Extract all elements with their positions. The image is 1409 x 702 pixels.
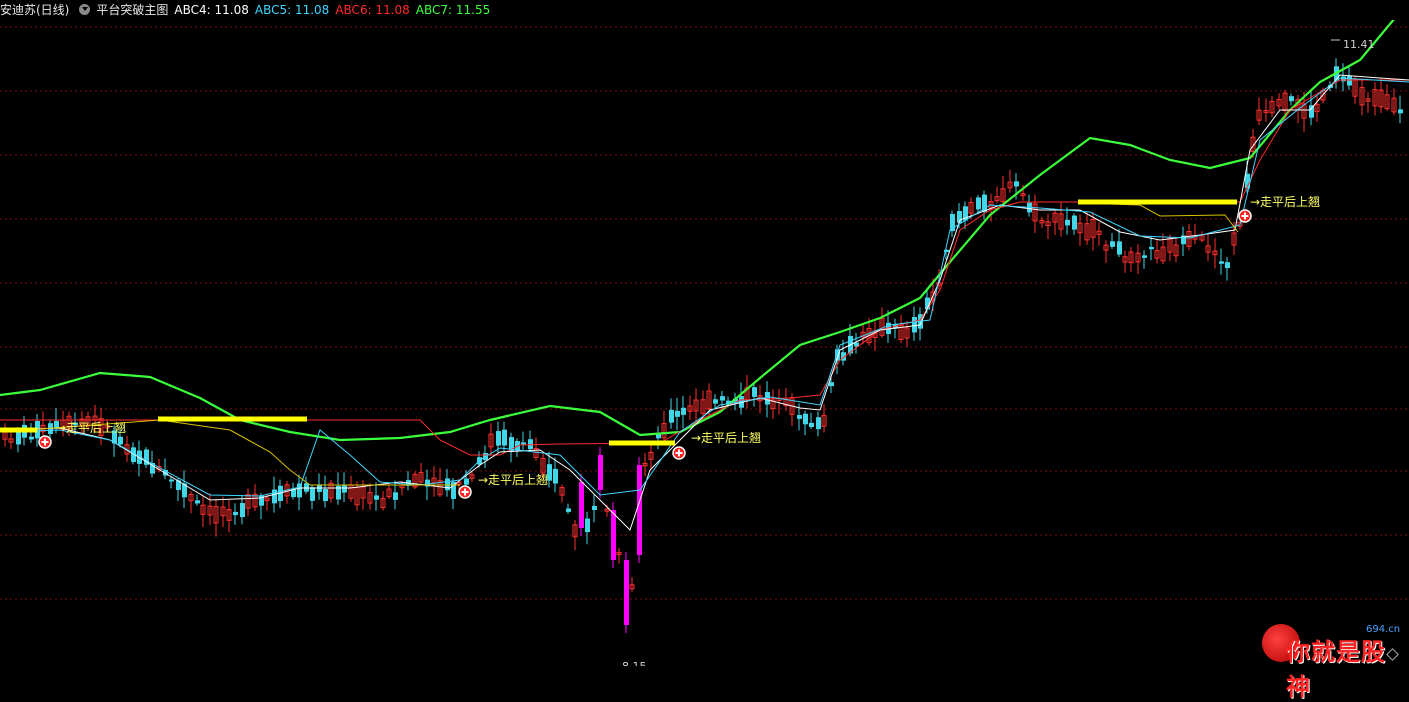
platform-trace [1079, 202, 1239, 233]
candle-down [1398, 109, 1403, 114]
candle-down [681, 407, 686, 415]
candle-down [304, 483, 309, 492]
candle-down [566, 508, 571, 512]
candle-down [592, 505, 597, 510]
high-label: 11.41 [1343, 38, 1375, 51]
candle-special [624, 560, 629, 625]
candle-down [1347, 75, 1352, 86]
candle-down [297, 483, 302, 498]
candle-down [553, 468, 558, 484]
candlestick-chart: →走平后上翘 →走平后上翘 →走平后上翘 →走平后上翘 11.41 8.15 [0, 17, 1409, 666]
candle-down [1072, 215, 1077, 230]
candle-down [976, 197, 981, 210]
abc4-value: ABC4: 11.08 [174, 3, 249, 17]
candle-down [240, 503, 245, 518]
candle-down [1309, 105, 1314, 118]
candle-down [521, 442, 526, 445]
breakout-label: →走平后上翘 [1250, 195, 1320, 209]
candle-special [611, 510, 616, 560]
abc7-value: ABC7: 11.55 [415, 3, 491, 17]
candle-down [752, 387, 757, 397]
candle-down [1341, 76, 1346, 82]
candle-special [637, 465, 642, 555]
candle-down [496, 431, 501, 446]
candle-down [713, 399, 718, 404]
candle-down [445, 478, 450, 491]
candle-down [374, 495, 379, 500]
dropdown-circle-icon[interactable] [79, 4, 91, 15]
candle-down [1117, 241, 1122, 255]
candle-down [502, 429, 507, 446]
watermark-url: 694.cn [1366, 624, 1401, 635]
candle-down [1014, 181, 1019, 187]
breakout-label: →走平后上翘 [56, 421, 126, 435]
stock-title: 安迪苏(日线) [0, 3, 70, 17]
candle-down [464, 478, 469, 485]
candle-down [118, 436, 123, 445]
candle-down [1065, 219, 1070, 226]
candle-down [797, 414, 802, 419]
breakout-label: →走平后上翘 [691, 431, 761, 445]
candle-down [1219, 261, 1224, 264]
candle-special [598, 455, 603, 490]
watermark: 你就是股神 694.cn [1258, 618, 1408, 701]
candle-down [323, 488, 328, 502]
candle-down [1289, 96, 1294, 102]
candle-down [720, 396, 725, 401]
candle-down [675, 410, 680, 417]
candle-down [29, 436, 34, 440]
abc5-value: ABC5: 11.08 [254, 3, 330, 17]
candle-down [1225, 262, 1230, 269]
breakout-label: →走平后上翘 [478, 473, 548, 487]
chart-header: 安迪苏(日线) 平台突破主图 ABC4: 11.08 ABC5: 11.08 ABC6:… [0, 0, 1409, 20]
abc4-line [0, 74, 1409, 531]
candle-down [310, 487, 315, 501]
candle-down [809, 422, 814, 427]
candle-down [803, 413, 808, 425]
candle-down [233, 511, 238, 516]
abc6-value: ABC6: 11.08 [335, 3, 410, 17]
abc7-line [0, 17, 1396, 442]
abc6-line [0, 79, 1409, 456]
candle-down [669, 409, 674, 423]
candle-down [816, 417, 821, 430]
candle-down [1142, 255, 1147, 258]
candle-down [585, 518, 590, 533]
candle-down [393, 492, 398, 500]
candle-down [829, 382, 834, 387]
low-label: 8.15 [622, 660, 647, 666]
candle-down [1149, 246, 1154, 250]
candle-down [765, 391, 770, 405]
candle-special [579, 482, 584, 528]
candle-down [169, 479, 174, 482]
candle-down [272, 489, 277, 504]
candle-down [1110, 241, 1115, 247]
indicator-name[interactable]: 平台突破主图 [96, 3, 168, 17]
candle-down [912, 317, 917, 333]
watermark-text: 你就是股神 [1286, 638, 1386, 701]
candle-down [342, 485, 347, 493]
candle-down [528, 439, 533, 450]
candle-down [195, 500, 200, 504]
